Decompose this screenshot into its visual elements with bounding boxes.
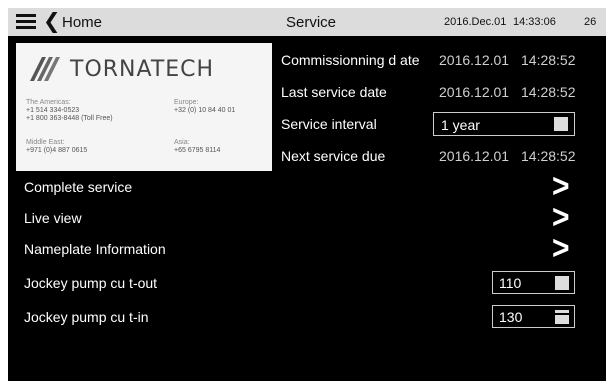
service-interval-select[interactable]: 1 year <box>433 112 575 136</box>
header-clipped-text: 26 <box>584 16 597 28</box>
nameplate-information-item[interactable]: Nameplate Information <box>24 241 166 257</box>
contact-europe: Europe: +32 (0) 10 84 40 01 <box>174 99 236 114</box>
edit-icon[interactable] <box>555 276 569 290</box>
cut-in-label: Jockey pump cu t-in <box>24 309 149 325</box>
next-service-time: 14:28:52 <box>521 148 576 164</box>
last-service-date: 2016.12.01 <box>439 84 510 100</box>
menu-icon[interactable] <box>16 14 36 30</box>
cut-in-field[interactable]: 130 <box>492 305 575 328</box>
top-bar: ❮ Home Service 2016.Dec.01 14:33:06 26 <box>8 8 606 36</box>
chevron-left-icon[interactable]: ❮ <box>43 11 61 33</box>
home-link[interactable]: Home <box>62 14 102 31</box>
next-service-date: 2016.12.01 <box>439 148 510 164</box>
nameplate-card: TORNATECH The Americas: +1 514 334-0523 … <box>16 43 272 171</box>
commissioning-time: 14:28:52 <box>521 52 576 68</box>
contact-middle-east: Middle East: +971 (0)4 887 0615 <box>26 139 88 154</box>
complete-service-item[interactable]: Complete service <box>24 179 132 195</box>
tornatech-logo-icon <box>30 57 60 81</box>
live-view-item[interactable]: Live view <box>24 210 82 226</box>
next-service-label: Next service due <box>281 148 386 164</box>
last-service-time: 14:28:52 <box>521 84 576 100</box>
contact-americas: The Americas: +1 514 334-0523 +1 800 363… <box>26 99 113 122</box>
edit-icon[interactable] <box>555 310 569 324</box>
commissioning-label: Commissionning d ate <box>281 52 420 68</box>
brand-name: TORNATECH <box>70 57 215 82</box>
page-title: Service <box>286 14 337 31</box>
cut-out-field[interactable]: 110 <box>492 271 575 294</box>
hmi-screen: ❮ Home Service 2016.Dec.01 14:33:06 26 T… <box>8 8 606 381</box>
contact-asia: Asia: +65 6795 8114 <box>174 139 221 154</box>
dropdown-icon[interactable] <box>554 117 568 131</box>
header-time: 14:33:06 <box>513 16 556 28</box>
service-interval-label: Service interval <box>281 116 377 132</box>
header-date: 2016.Dec.01 <box>444 16 507 28</box>
commissioning-date: 2016.12.01 <box>439 52 510 68</box>
cut-out-label: Jockey pump cu t-out <box>24 275 158 291</box>
last-service-label: Last service date <box>281 84 387 100</box>
chevron-right-icon[interactable]: > <box>552 232 570 266</box>
